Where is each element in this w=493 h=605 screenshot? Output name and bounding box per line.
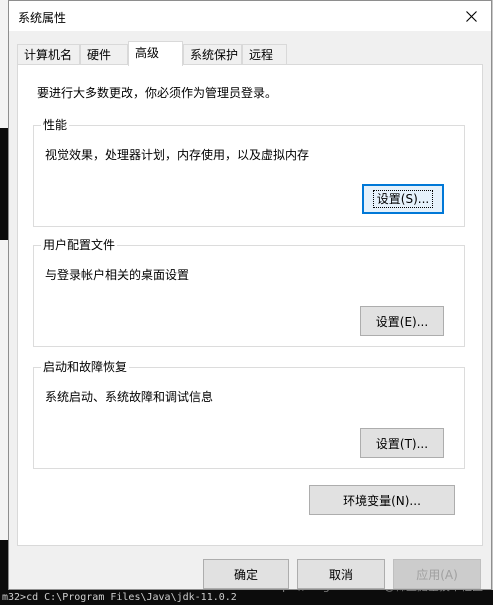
window-title: 系统属性 — [18, 11, 67, 25]
admin-notice: 要进行大多数更改，你必须作为管理员登录。 — [37, 86, 278, 100]
startup-recovery-group-title: 启动和故障恢复 — [41, 359, 130, 375]
tab-remote[interactable]: 远程 — [242, 44, 287, 65]
user-profiles-settings-button[interactable]: 设置(E)... — [360, 306, 444, 336]
user-profiles-group-title: 用户配置文件 — [41, 237, 118, 253]
user-profiles-description: 与登录帐户相关的桌面设置 — [45, 268, 190, 282]
tab-hardware[interactable]: 硬件 — [80, 44, 128, 65]
environment-variables-button[interactable]: 环境变量(N)... — [309, 485, 455, 515]
startup-recovery-group: 启动和故障恢复 系统启动、系统故障和调试信息 设置(T)... — [33, 359, 465, 469]
close-icon — [465, 10, 477, 22]
performance-group-title: 性能 — [41, 117, 70, 133]
background-window-edge — [0, 0, 8, 605]
tab-computer-name[interactable]: 计算机名 — [17, 44, 80, 65]
tab-advanced[interactable]: 高级 — [128, 41, 183, 66]
title-bar: 系统属性 — [9, 1, 491, 31]
startup-recovery-description: 系统启动、系统故障和调试信息 — [45, 390, 214, 404]
background-console-edge-lower — [0, 540, 8, 590]
background-console-edge — [0, 128, 8, 240]
performance-description: 视觉效果，处理器计划，内存使用，以及虚拟内存 — [45, 148, 310, 162]
tab-system-protection[interactable]: 系统保护 — [183, 44, 242, 65]
performance-settings-button[interactable]: 设置(S)... — [362, 184, 444, 214]
performance-settings-label: 设置(S)... — [372, 190, 434, 208]
ok-button[interactable]: 确定 — [203, 559, 289, 589]
apply-button[interactable]: 应用(A) — [393, 559, 481, 589]
user-profiles-group: 用户配置文件 与登录帐户相关的桌面设置 设置(E)... — [33, 237, 465, 347]
advanced-tab-panel: 要进行大多数更改，你必须作为管理员登录。 性能 视觉效果，处理器计划，内存使用，… — [17, 64, 483, 546]
close-button[interactable] — [451, 1, 491, 31]
performance-group: 性能 视觉效果，处理器计划，内存使用，以及虚拟内存 设置(S)... — [33, 117, 465, 227]
cancel-button[interactable]: 取消 — [297, 559, 385, 589]
system-properties-dialog: 系统属性 计算机名 硬件 高级 系统保护 远程 要进行大多数更改，你必须作为管理… — [8, 0, 492, 590]
startup-recovery-settings-button[interactable]: 设置(T)... — [360, 428, 444, 458]
